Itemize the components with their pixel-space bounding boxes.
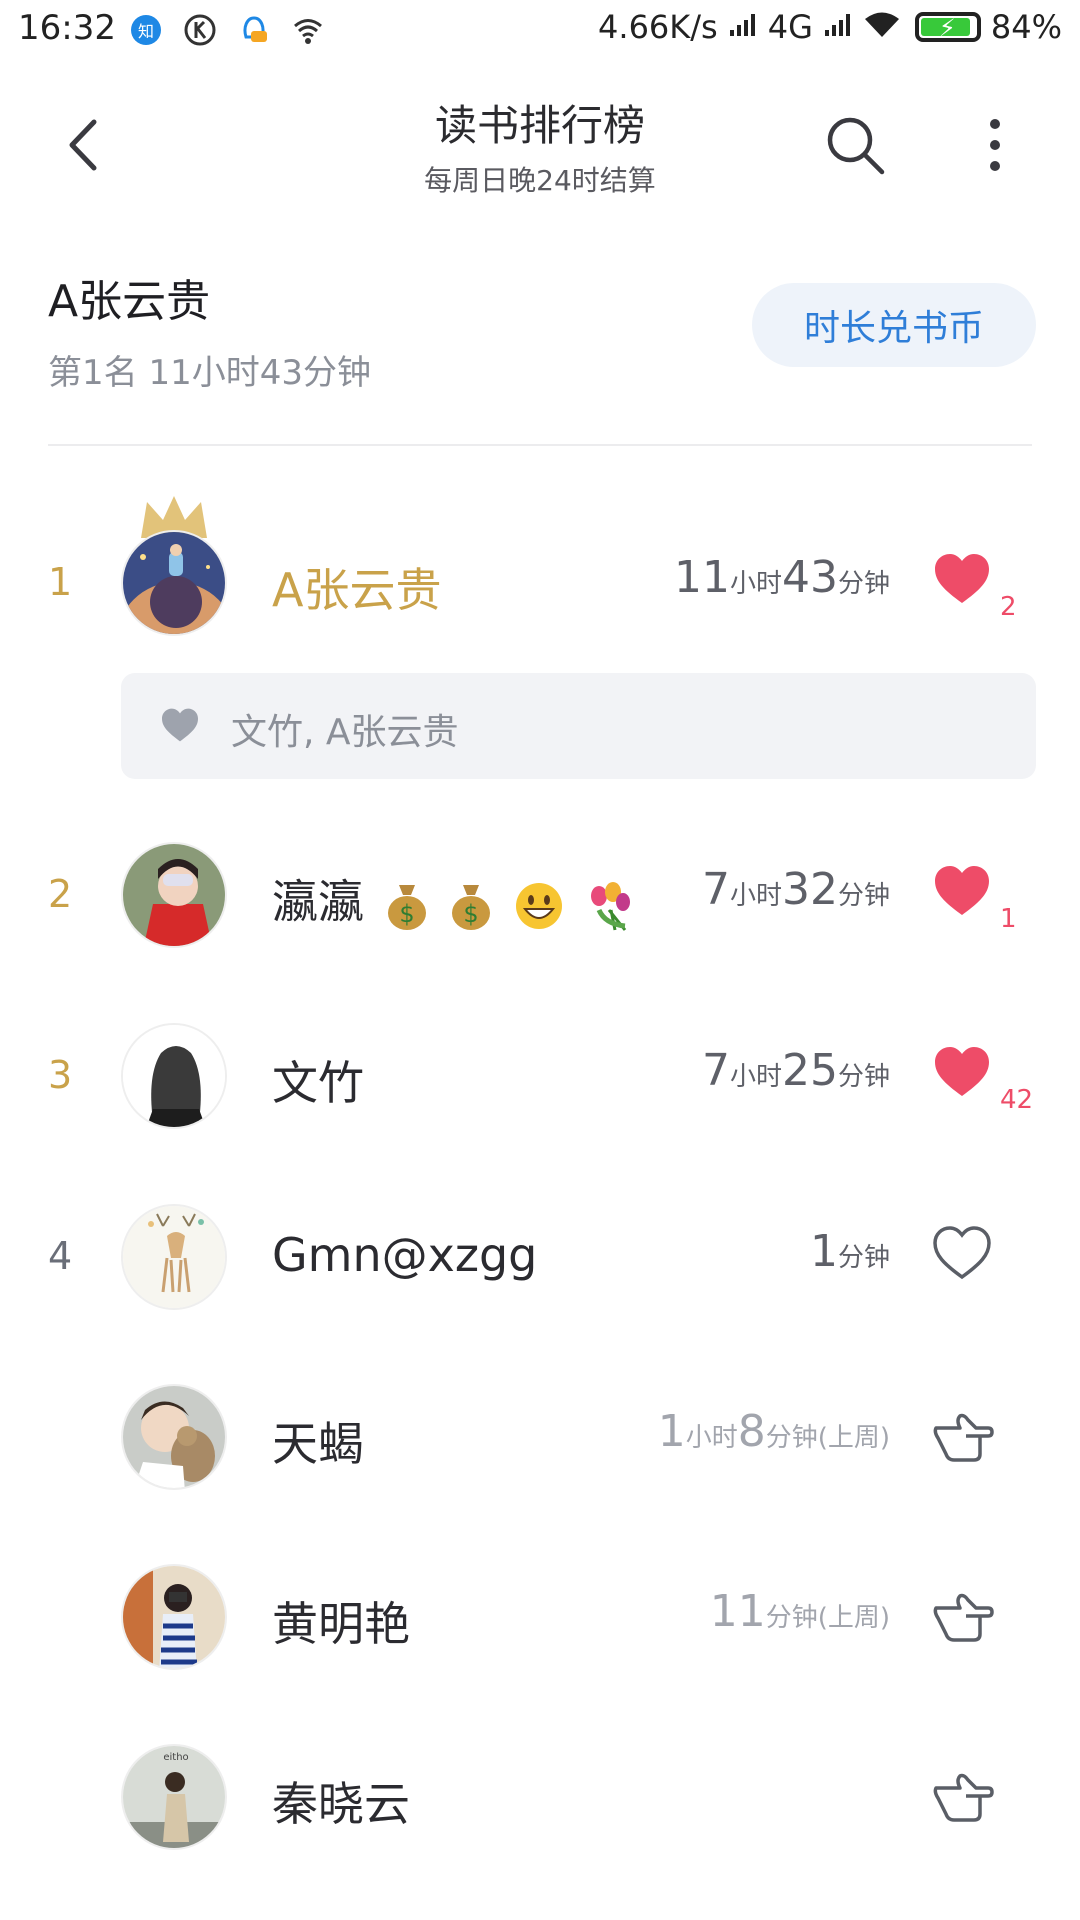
status-right: 4.66K/s 4G ⚡ 84% — [598, 8, 1062, 46]
svg-text:$: $ — [464, 900, 479, 928]
title-block: 读书排行榜 每周日晚24时结算 — [0, 92, 1080, 199]
wifi-share-icon — [290, 12, 326, 48]
user-name-text: 瀛瀛 — [272, 875, 364, 929]
user-name: 秦晓云 — [272, 1777, 410, 1831]
heart-filled-icon[interactable] — [932, 1043, 992, 1103]
my-rank: 第1名 11小时43分钟 — [48, 353, 371, 393]
reading-time: 11小时43分钟 — [674, 552, 890, 603]
rank-number: 3 — [48, 1053, 73, 1097]
avatar[interactable] — [121, 1023, 227, 1129]
minutes-unit: 分钟 — [837, 569, 890, 599]
like-count: 42 — [1000, 1085, 1034, 1115]
like-count: 2 — [1000, 592, 1017, 622]
ranking-row[interactable]: 黄明艳 11分钟(上周) — [0, 1556, 1080, 1676]
status-notification-icons: 知 — [128, 12, 326, 48]
tulip-bouquet-icon — [590, 881, 630, 931]
svg-text:eitho: eitho — [163, 1752, 188, 1763]
minutes-unit: 分钟 — [837, 881, 890, 911]
minutes-value: 25 — [781, 1045, 838, 1096]
reading-time: 7小时32分钟 — [702, 864, 890, 915]
avatar[interactable] — [121, 530, 227, 636]
minutes-unit: 分钟 — [837, 1062, 890, 1092]
user-name: A张云贵 — [272, 563, 442, 617]
ranking-row[interactable]: eitho 秦晓云 — [0, 1736, 1080, 1856]
rank-number: 4 — [48, 1234, 73, 1278]
ranking-row[interactable]: 天蝎 1小时8分钟(上周) — [0, 1376, 1080, 1496]
poke-hand-icon[interactable] — [930, 1406, 996, 1466]
zhihu-icon: 知 — [128, 12, 164, 48]
heart-icon — [162, 708, 198, 742]
hours-unit: 小时 — [729, 569, 782, 599]
minutes-value: 8 — [737, 1406, 766, 1457]
ranking-row[interactable]: 2 瀛瀛 $ $ 7小时32分钟 1 — [0, 834, 1080, 954]
avatar[interactable] — [121, 1564, 227, 1670]
search-icon — [827, 117, 885, 175]
heart-filled-icon[interactable] — [932, 550, 992, 610]
minutes-unit: 分钟(上周) — [765, 1423, 890, 1453]
avatar[interactable]: eitho — [121, 1744, 227, 1850]
minutes-value: 43 — [781, 552, 838, 603]
likers-box[interactable]: 文竹, A张云贵 — [121, 673, 1036, 779]
hours-value: 7 — [701, 864, 730, 915]
my-name: A张云贵 — [48, 276, 211, 327]
qq-icon — [236, 12, 272, 48]
battery-level: 84% — [990, 8, 1062, 46]
likers-text: 文竹, A张云贵 — [231, 712, 459, 753]
ranking-row[interactable]: 4 Gmn@xzgg 1分钟 — [0, 1196, 1080, 1316]
network-speed: 4.66K/s — [598, 8, 718, 46]
minutes-value: 11 — [709, 1586, 766, 1637]
signal-icon — [728, 8, 758, 46]
heart-filled-icon[interactable] — [932, 862, 992, 922]
money-bag-icon: $ — [452, 884, 491, 930]
minutes-value: 32 — [781, 864, 838, 915]
minutes-value: 1 — [809, 1226, 838, 1277]
status-time: 16:32 — [18, 8, 116, 48]
reading-time: 11分钟(上周) — [710, 1586, 890, 1637]
search-button[interactable] — [820, 110, 890, 180]
user-name: 黄明艳 — [272, 1597, 410, 1651]
page-subtitle: 每周日晚24时结算 — [424, 164, 656, 197]
svg-text:$: $ — [399, 900, 414, 928]
exchange-coins-button[interactable]: 时长兑书币 — [752, 283, 1036, 367]
rank-number: 2 — [48, 872, 73, 916]
reading-time: 1分钟 — [810, 1226, 890, 1277]
ranking-row[interactable]: 3 文竹 7小时25分钟 42 — [0, 1015, 1080, 1135]
hours-value: 1 — [657, 1406, 686, 1457]
hours-unit: 小时 — [729, 1062, 782, 1092]
avatar[interactable] — [121, 1204, 227, 1310]
app-bar: 读书排行榜 每周日晚24时结算 — [0, 70, 1080, 220]
avatar[interactable] — [121, 1384, 227, 1490]
hours-unit: 小时 — [685, 1423, 738, 1453]
grinning-face-icon — [515, 882, 562, 929]
user-name: Gmn@xzgg — [272, 1228, 538, 1282]
user-name: 文竹 — [272, 1056, 364, 1110]
avatar[interactable] — [121, 842, 227, 948]
rank-number: 1 — [48, 560, 73, 604]
divider — [48, 444, 1032, 446]
hours-value: 11 — [673, 552, 730, 603]
ranking-row[interactable]: 1 A张云贵 11小时43分钟 2 — [0, 496, 1080, 642]
hours-unit: 小时 — [729, 881, 782, 911]
signal-icon-2 — [823, 8, 853, 46]
money-bag-icon: $ — [387, 884, 426, 930]
network-type: 4G — [767, 8, 813, 46]
minutes-unit: 分钟 — [837, 1243, 890, 1273]
battery-icon: ⚡ — [914, 12, 981, 42]
more-vertical-icon — [990, 119, 1000, 171]
reading-time: 1小时8分钟(上周) — [658, 1406, 890, 1457]
hours-value: 7 — [701, 1045, 730, 1096]
heart-outline-icon[interactable] — [932, 1224, 992, 1284]
user-name: 天蝎 — [272, 1417, 364, 1471]
minutes-unit: 分钟(上周) — [765, 1603, 890, 1633]
more-button[interactable] — [975, 110, 1015, 180]
poke-hand-icon[interactable] — [930, 1766, 996, 1826]
reading-time: 7小时25分钟 — [702, 1045, 890, 1096]
user-name: 瀛瀛 $ $ — [272, 866, 637, 932]
wifi-icon — [863, 8, 901, 46]
k-app-icon — [182, 12, 218, 48]
like-count: 1 — [1000, 904, 1017, 934]
page-title: 读书排行榜 — [434, 101, 645, 150]
status-bar: 16:32 知 4.66K/s 4G ⚡ 84% — [0, 0, 1080, 60]
poke-hand-icon[interactable] — [930, 1586, 996, 1646]
